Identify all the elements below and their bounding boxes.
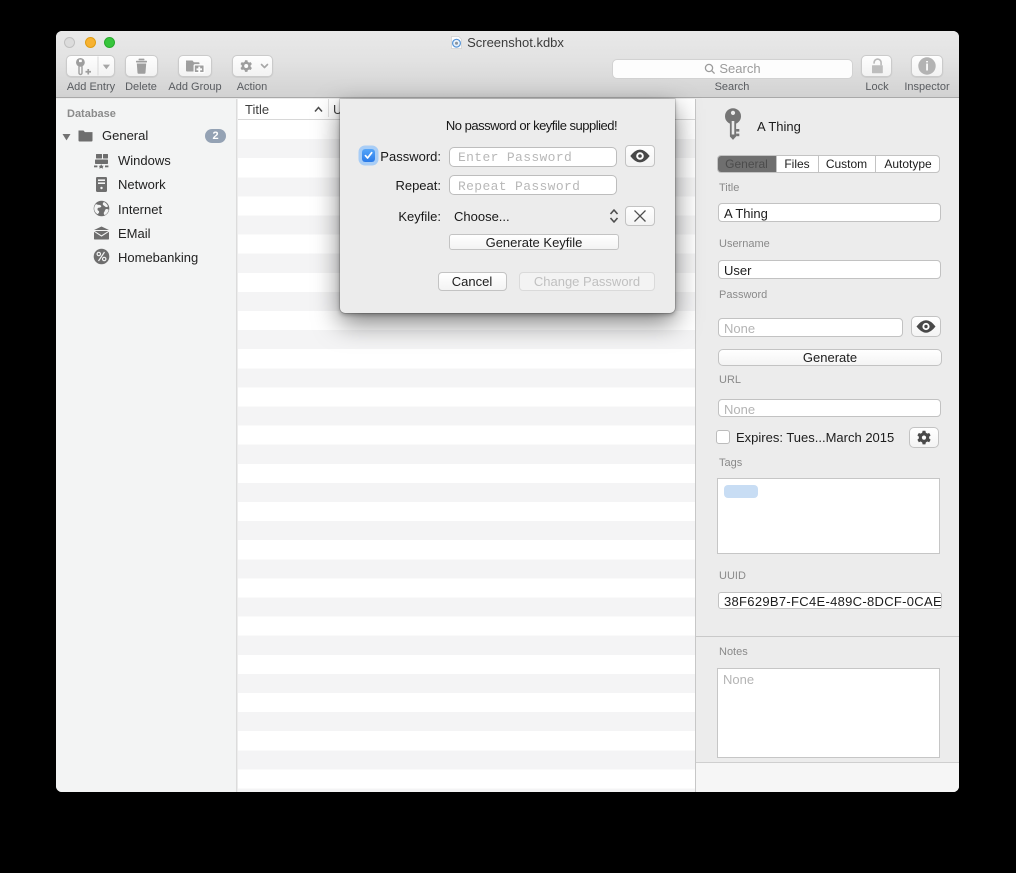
svg-text:i: i — [925, 59, 929, 74]
